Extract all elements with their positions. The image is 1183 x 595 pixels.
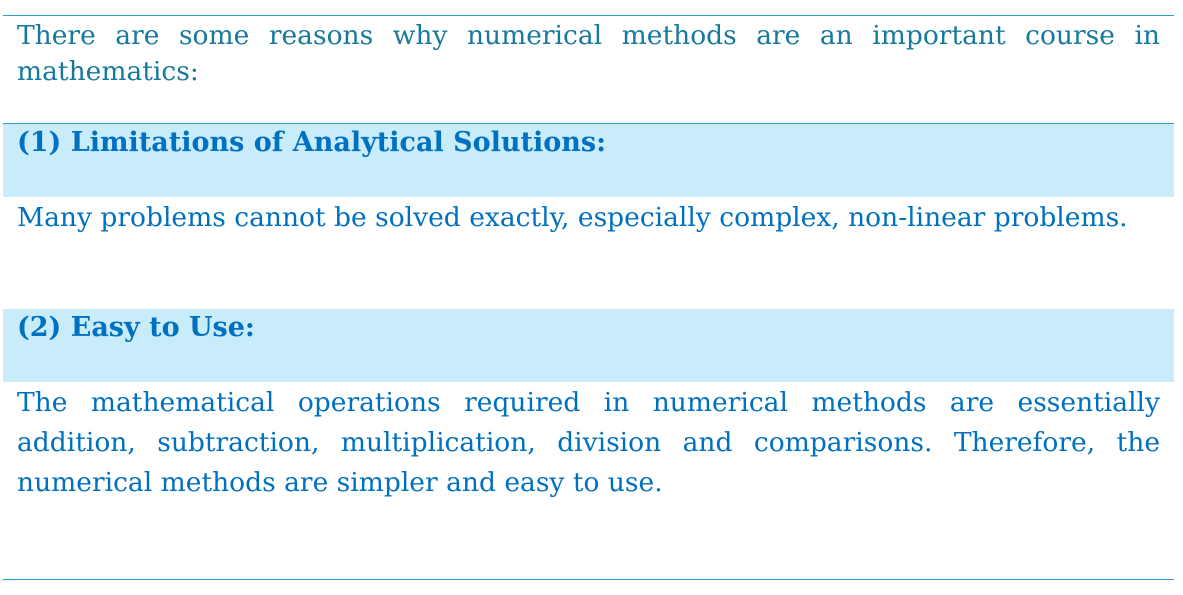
- section-heading-1: (1) Limitations of Analytical Solutions:: [17, 127, 607, 158]
- section-body-1: Many problems cannot be solved exactly, …: [17, 202, 1128, 233]
- section-body-2: The mathematical operations required in …: [17, 387, 1160, 498]
- intro-paragraph: There are some reasons why numerical met…: [17, 20, 1160, 87]
- bottom-rule: [3, 579, 1174, 580]
- section-heading-2: (2) Easy to Use:: [17, 312, 255, 343]
- section-heading-box-2: (2) Easy to Use:: [3, 309, 1174, 382]
- document: There are some reasons why numerical met…: [3, 15, 1174, 580]
- section-heading-box-1: (1) Limitations of Analytical Solutions:: [3, 123, 1174, 197]
